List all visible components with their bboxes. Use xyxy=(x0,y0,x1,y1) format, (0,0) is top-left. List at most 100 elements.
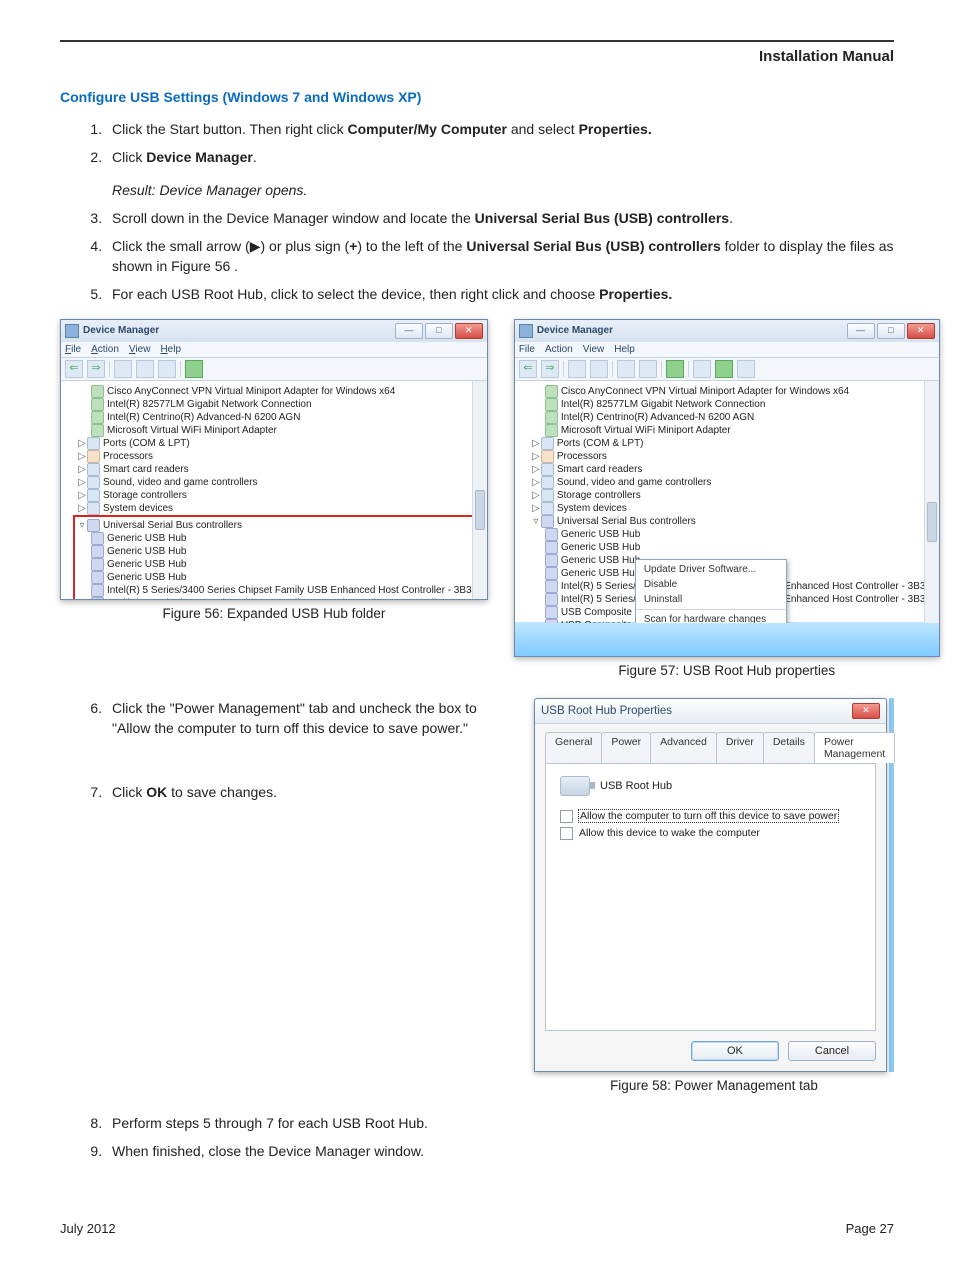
maximize-button[interactable]: □ xyxy=(425,323,453,339)
figure-58-window: USB Root Hub Properties ✕ General Power … xyxy=(534,698,887,1072)
adapter-icon xyxy=(91,411,104,424)
tab-strip[interactable]: General Power Advanced Driver Details Po… xyxy=(545,732,876,763)
usb-icon xyxy=(545,541,558,554)
toolbar-icon[interactable] xyxy=(666,360,684,378)
menubar[interactable]: FileActionViewHelp xyxy=(515,342,939,358)
checkbox-allow-turn-off[interactable] xyxy=(560,810,573,823)
storage-icon xyxy=(87,489,100,502)
section-title: Configure USB Settings (Windows 7 and Wi… xyxy=(60,89,894,105)
tab-advanced[interactable]: Advanced xyxy=(650,732,717,763)
properties-title: USB Root Hub Properties xyxy=(541,705,672,717)
ctx-update[interactable]: Update Driver Software... xyxy=(636,562,786,577)
figure-57-caption: Figure 57: USB Root Hub properties xyxy=(514,663,940,678)
tab-details[interactable]: Details xyxy=(763,732,815,763)
menubar[interactable]: FileActionViewHelp xyxy=(61,342,487,358)
adapter-icon xyxy=(91,424,104,437)
adapter-icon xyxy=(91,398,104,411)
usb-icon xyxy=(91,571,104,584)
toolbar-icon[interactable] xyxy=(568,360,586,378)
tab-power[interactable]: Power xyxy=(601,732,651,763)
step-9: When finished, close the Device Manager … xyxy=(106,1141,894,1161)
minimize-button[interactable]: — xyxy=(847,323,875,339)
figure-56-window: Device Manager — □ ✕ FileActionViewHelp xyxy=(60,319,488,600)
toolbar[interactable] xyxy=(61,358,487,381)
storage-icon xyxy=(541,489,554,502)
adapter-icon xyxy=(545,411,558,424)
back-icon[interactable] xyxy=(519,360,537,378)
adapter-icon xyxy=(545,385,558,398)
checkbox-label: Allow the computer to turn off this devi… xyxy=(579,810,838,822)
scrollbar[interactable] xyxy=(924,381,939,623)
scrollbar[interactable] xyxy=(472,381,487,599)
usb-icon xyxy=(91,597,104,599)
tab-driver[interactable]: Driver xyxy=(716,732,764,763)
sound-icon xyxy=(541,476,554,489)
maximize-button[interactable]: □ xyxy=(877,323,905,339)
close-button[interactable]: ✕ xyxy=(907,323,935,339)
device-tree[interactable]: Cisco AnyConnect VPN Virtual Miniport Ad… xyxy=(61,381,487,599)
device-manager-icon xyxy=(519,324,533,338)
close-button[interactable]: ✕ xyxy=(852,703,880,719)
usb-icon xyxy=(545,593,558,606)
usb-group-highlight: ▿Universal Serial Bus controllers Generi… xyxy=(73,515,481,599)
adapter-icon xyxy=(545,398,558,411)
step-1: Click the Start button. Then right click… xyxy=(106,119,894,139)
cancel-button[interactable]: Cancel xyxy=(788,1041,876,1061)
toolbar-icon[interactable] xyxy=(737,360,755,378)
ctx-scan[interactable]: Scan for hardware changes xyxy=(636,612,786,623)
usb-icon xyxy=(91,558,104,571)
toolbar-icon[interactable] xyxy=(617,360,635,378)
toolbar[interactable] xyxy=(515,358,939,381)
sound-icon xyxy=(87,476,100,489)
checkbox-label: Allow this device to wake the computer xyxy=(579,827,760,839)
toolbar-icon[interactable] xyxy=(715,360,733,378)
checkbox-allow-wake[interactable] xyxy=(560,827,573,840)
step-4: Click the small arrow (▶) or plus sign (… xyxy=(106,236,894,277)
footer-page: Page 27 xyxy=(846,1221,894,1236)
step-7: Click OK to save changes. xyxy=(106,782,508,802)
toolbar-icon[interactable] xyxy=(158,360,176,378)
step-2: Click Device Manager. xyxy=(106,147,894,167)
page-header-title: Installation Manual xyxy=(60,48,894,65)
usb-icon xyxy=(545,619,558,623)
device-tree[interactable]: Cisco AnyConnect VPN Virtual Miniport Ad… xyxy=(515,381,939,623)
tab-power-management[interactable]: Power Management xyxy=(814,732,895,763)
device-name: USB Root Hub xyxy=(600,780,672,792)
toolbar-icon[interactable] xyxy=(185,360,203,378)
smartcard-icon xyxy=(541,463,554,476)
toolbar-icon[interactable] xyxy=(136,360,154,378)
usb-icon xyxy=(545,606,558,619)
ports-icon xyxy=(87,437,100,450)
context-menu[interactable]: Update Driver Software... Disable Uninst… xyxy=(635,559,787,623)
processor-icon xyxy=(87,450,100,463)
system-icon xyxy=(541,502,554,515)
step-6: Click the "Power Management" tab and unc… xyxy=(106,698,508,739)
close-button[interactable]: ✕ xyxy=(455,323,483,339)
usb-icon xyxy=(545,580,558,593)
usb-icon xyxy=(545,567,558,580)
figure-58-caption: Figure 58: Power Management tab xyxy=(534,1078,894,1093)
forward-icon[interactable] xyxy=(541,360,559,378)
figure-57-window: Device Manager — □ ✕ FileActionViewHelp xyxy=(514,319,940,657)
toolbar-icon[interactable] xyxy=(639,360,657,378)
ports-icon xyxy=(541,437,554,450)
toolbar-icon[interactable] xyxy=(114,360,132,378)
usb-icon xyxy=(545,528,558,541)
system-icon xyxy=(87,502,100,515)
adapter-icon xyxy=(91,385,104,398)
minimize-button[interactable]: — xyxy=(395,323,423,339)
usb-icon xyxy=(91,545,104,558)
toolbar-icon[interactable] xyxy=(693,360,711,378)
toolbar-icon[interactable] xyxy=(590,360,608,378)
processor-icon xyxy=(541,450,554,463)
ctx-disable[interactable]: Disable xyxy=(636,577,786,592)
usb-icon xyxy=(545,554,558,567)
step-3: Scroll down in the Device Manager window… xyxy=(106,208,894,228)
usb-icon xyxy=(541,515,554,528)
step-5: For each USB Root Hub, click to select t… xyxy=(106,284,894,304)
back-icon[interactable] xyxy=(65,360,83,378)
forward-icon[interactable] xyxy=(87,360,105,378)
tab-general[interactable]: General xyxy=(545,732,602,763)
ok-button[interactable]: OK xyxy=(691,1041,779,1061)
ctx-uninstall[interactable]: Uninstall xyxy=(636,592,786,607)
